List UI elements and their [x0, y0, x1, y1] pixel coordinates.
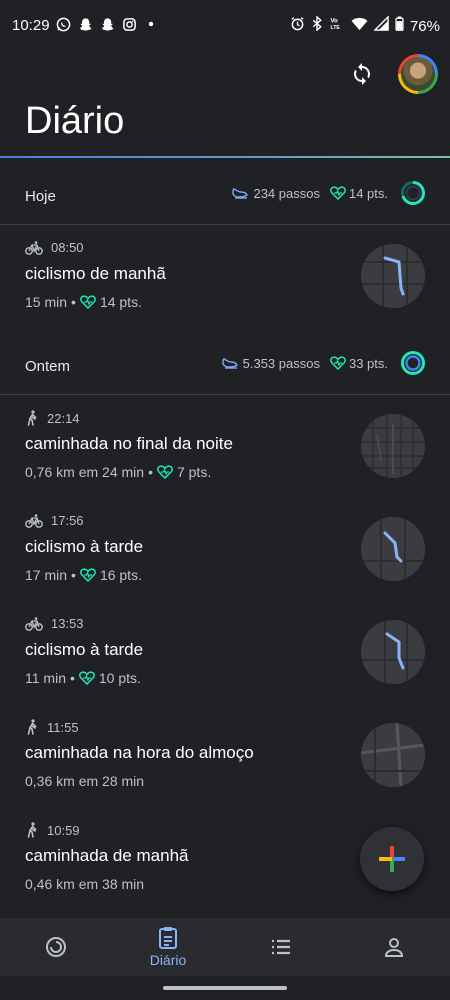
profile-icon [384, 938, 404, 957]
battery-percent: 76% [409, 17, 440, 35]
sync-icon [354, 63, 370, 85]
activity-title: caminhada na hora do almoço [25, 743, 254, 762]
route-map-thumbnail [361, 517, 425, 581]
route-map-thumbnail [361, 414, 425, 478]
svg-text:LTE: LTE [330, 25, 340, 31]
walk-icon [27, 410, 37, 426]
volte-icon: Vo LTE [329, 16, 345, 36]
route-map-thumbnail [361, 244, 425, 308]
alarm-icon [290, 16, 305, 36]
status-time: 10:29 [12, 17, 50, 34]
heart-points-icon [330, 186, 346, 200]
separator: • [71, 294, 76, 310]
activity-item[interactable]: 22:14 caminhada no final da noite 0,76 k… [0, 394, 450, 497]
activity-duration: 0,46 km em 38 min [25, 876, 145, 892]
separator: • [148, 464, 153, 480]
nav-browse[interactable] [225, 918, 337, 976]
activity-item[interactable]: 08:50 ciclismo de manhã 15 min • 14 pts. [0, 224, 450, 327]
add-activity-button[interactable] [360, 827, 424, 891]
heart-points-icon [157, 465, 173, 479]
activity-time: 11:55 [47, 719, 79, 735]
activity-title: caminhada no final da noite [25, 434, 233, 453]
day-label: Hoje [25, 188, 56, 205]
activity-title: ciclismo de manhã [25, 264, 166, 283]
activity-duration: 0,36 km em 28 min [25, 773, 145, 789]
activity-title: ciclismo à tarde [25, 640, 144, 659]
journal-list[interactable]: Hoje 234 passos 14 pts. 08:50 ciclismo d… [0, 158, 450, 918]
walk-icon [27, 719, 37, 735]
top-actions [344, 54, 438, 94]
activity-time: 08:50 [51, 240, 84, 255]
activity-points: 7 pts. [176, 464, 212, 480]
activity-points: 14 pts. [99, 294, 142, 310]
activity-title: caminhada de manhã [25, 846, 189, 865]
walk-icon [27, 822, 37, 838]
activity-time: 17:56 [51, 513, 84, 528]
day-header-yesterday: Ontem 5.353 passos 33 pts. [0, 328, 450, 395]
day-stats: 5.353 passos 33 pts. [221, 350, 426, 376]
steps-icon [232, 188, 249, 199]
route-map-thumbnail [361, 723, 425, 787]
heart-points-icon [78, 671, 95, 685]
battery-icon [395, 16, 404, 36]
nav-home[interactable] [0, 918, 112, 976]
status-bar: 10:29 Vo LTE 76% [0, 0, 450, 52]
day-header-today: Hoje 234 passos 14 pts. [0, 158, 450, 225]
goal-ring-icon [400, 350, 426, 376]
activity-points: 16 pts. [99, 567, 142, 583]
wifi-icon [351, 16, 368, 36]
bike-icon [25, 616, 43, 631]
notification-dot-icon [143, 16, 159, 32]
heart-points-icon [80, 568, 96, 582]
bottom-navigation: Diário [0, 918, 450, 976]
avatar[interactable] [398, 54, 438, 94]
journal-icon [159, 927, 177, 949]
activity-title: ciclismo à tarde [25, 537, 144, 556]
activity-item[interactable]: 17:56 ciclismo à tarde 17 min • 16 pts. [0, 497, 450, 600]
nav-journal[interactable]: Diário [112, 918, 224, 976]
avatar-photo [401, 57, 435, 91]
sync-button[interactable] [344, 56, 380, 92]
activity-time: 10:59 [47, 822, 80, 838]
signal-icon [373, 15, 389, 36]
instagram-icon [121, 16, 137, 32]
heart-points-icon [330, 356, 346, 370]
activity-duration: 0,76 km em 24 min [25, 464, 145, 480]
route-map-thumbnail [361, 620, 425, 684]
snapchat-icon [77, 16, 93, 32]
heart-points: 33 pts. [348, 355, 388, 371]
heart-points: 14 pts. [348, 185, 388, 201]
activity-item[interactable]: 13:53 ciclismo à tarde 11 min • 10 pts. [0, 600, 450, 703]
svg-text:Vo: Vo [330, 18, 338, 25]
activity-duration: 15 min [25, 294, 68, 310]
steps-count: 234 passos [253, 185, 320, 201]
activity-duration: 11 min [25, 670, 66, 686]
nav-profile[interactable] [338, 918, 450, 976]
snapchat-icon [99, 16, 115, 32]
whatsapp-icon [55, 16, 71, 32]
activity-item[interactable]: 11:55 caminhada na hora do almoço 0,36 k… [0, 703, 450, 806]
activity-time: 13:53 [51, 616, 84, 631]
home-gesture-bar[interactable] [163, 986, 287, 990]
day-label: Ontem [25, 358, 71, 375]
nav-journal-label: Diário [149, 952, 187, 968]
steps-icon [221, 358, 238, 369]
bluetooth-icon [311, 15, 323, 36]
day-stats: 234 passos 14 pts. [232, 180, 426, 206]
home-ring-icon [46, 937, 66, 957]
bike-icon [25, 240, 43, 255]
goal-ring-icon [400, 180, 426, 206]
steps-count: 5.353 passos [242, 355, 320, 371]
activity-duration: 17 min [25, 567, 68, 583]
page-title: Diário [25, 100, 125, 142]
list-icon [272, 939, 290, 955]
separator: • [71, 567, 76, 583]
activity-time: 22:14 [47, 410, 80, 426]
bike-icon [25, 513, 43, 528]
heart-points-icon [80, 295, 96, 309]
plus-icon [379, 846, 405, 872]
activity-points: 10 pts. [98, 670, 141, 686]
separator: • [69, 670, 75, 686]
